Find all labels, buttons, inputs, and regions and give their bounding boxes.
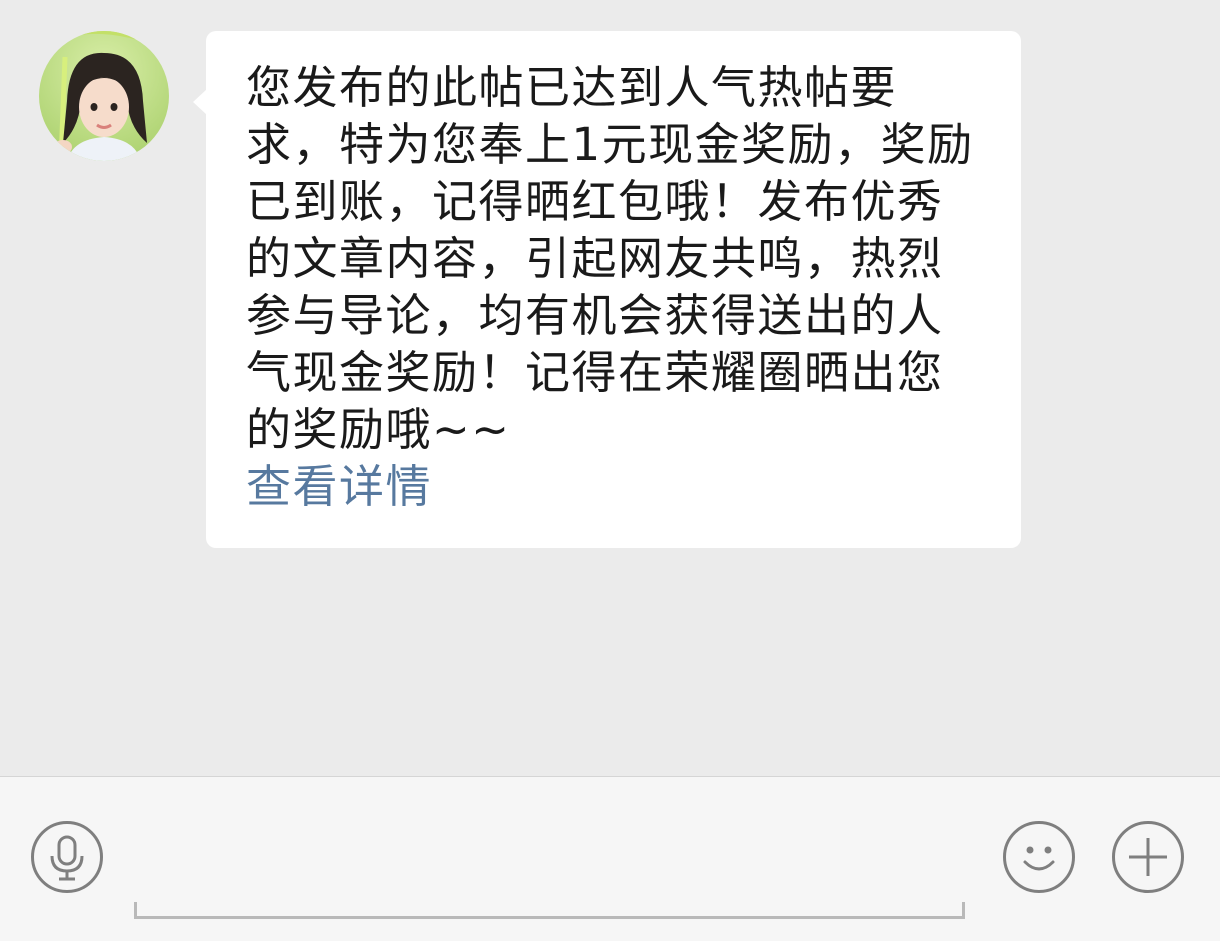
message-input[interactable] <box>134 881 965 919</box>
voice-input-button[interactable] <box>31 821 103 893</box>
message-text: 您发布的此帖已达到人气热帖要求，特为您奉上1元现金奖励，奖励已到账，记得晒红包哦… <box>246 61 974 456</box>
smiley-icon <box>1023 846 1055 871</box>
input-bar <box>0 776 1220 941</box>
chat-area: 您发布的此帖已达到人气热帖要求，特为您奉上1元现金奖励，奖励已到账，记得晒红包哦… <box>0 0 1220 776</box>
emoji-button[interactable] <box>1003 821 1075 893</box>
view-details-link[interactable]: 查看详情 <box>246 458 981 515</box>
input-underline-left-edge <box>134 902 137 919</box>
sender-avatar[interactable] <box>39 31 169 161</box>
message-bubble[interactable]: 您发布的此帖已达到人气热帖要求，特为您奉上1元现金奖励，奖励已到账，记得晒红包哦… <box>193 31 1021 548</box>
microphone-icon <box>50 835 84 881</box>
more-options-button[interactable] <box>1112 821 1184 893</box>
input-underline-right-edge <box>962 902 965 919</box>
plus-icon <box>1129 838 1167 876</box>
avatar-image <box>39 31 169 161</box>
